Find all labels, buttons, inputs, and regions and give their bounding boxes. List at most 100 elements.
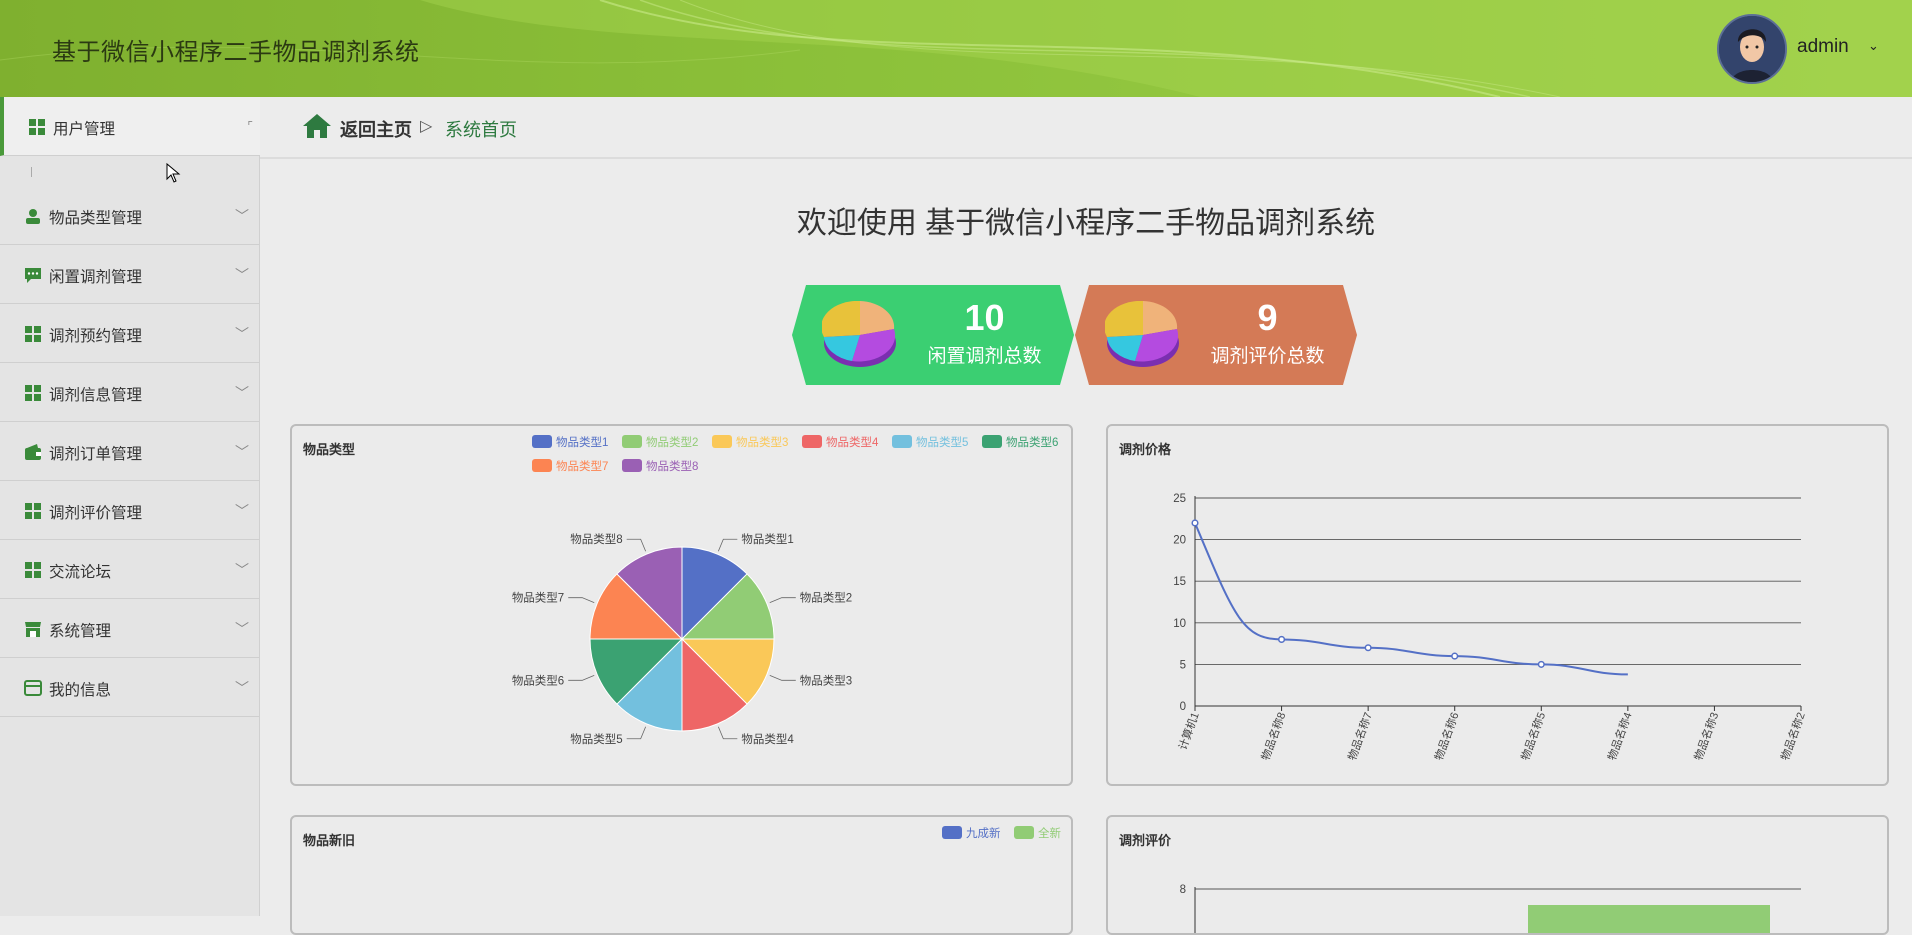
line-point[interactable]: [1364, 644, 1372, 652]
pie-label-line: [717, 726, 738, 740]
pie-label-line: [717, 538, 738, 552]
y-tick-label: 5: [1180, 659, 1186, 671]
bar[interactable]: [1528, 905, 1770, 933]
sidebar-item-user-management[interactable]: 用户管理 ⌜: [0, 97, 263, 156]
line-point[interactable]: [1451, 652, 1459, 660]
sidebar-item-exchange-order[interactable]: 调剂订单管理 ﹀: [0, 422, 259, 481]
sidebar-item-label: 调剂订单管理: [49, 446, 143, 463]
wallet-icon: [25, 444, 41, 460]
user-avatar[interactable]: [1717, 14, 1787, 84]
chevron-down-icon: ﹀: [235, 385, 249, 401]
sidebar-item-exchange-review[interactable]: 调剂评价管理 ﹀: [0, 481, 259, 540]
sidebar: 用户管理 ⌜ 物品类型管理 ﹀ 闲置调剂管理 ﹀ 调剂预约管理 ﹀ 调剂信息管理…: [0, 97, 263, 916]
panel-title: 物品新旧: [303, 833, 356, 848]
legend-label: 九成新: [966, 828, 1001, 840]
chevron-down-icon[interactable]: ⌄: [1868, 38, 1879, 54]
pie-chart-icon: [1105, 301, 1179, 367]
welcome-title: 欢迎使用 基于微信小程序二手物品调剂系统: [796, 207, 1376, 240]
x-tick-label: 计算机1: [1175, 710, 1202, 752]
chevron-down-icon: ﹀: [235, 562, 249, 578]
breadcrumb-separator: ▷: [420, 118, 433, 135]
panel-exchange-price: 调剂价格 0 5 10 15 20 25 计算机1 物品名称8 物品名称7 物品名称6 物品名称5 物…: [1106, 424, 1889, 786]
sidebar-item-label: 系统管理: [49, 623, 112, 640]
mouse-cursor-icon: [166, 162, 181, 183]
pie-chart: 物品类型1 物品类型2 物品类型3 物品类型4 物品类型5 物品类型6 物品类型7 物品类型8: [512, 532, 852, 746]
chat-icon: [25, 268, 41, 283]
sidebar-item-label: 我的信息: [49, 682, 112, 699]
back-home-link[interactable]: 返回主页: [340, 116, 412, 142]
pie-slice-label: 物品类型3: [800, 673, 852, 687]
stat-label: 调剂评价总数: [1210, 346, 1325, 367]
pie-slice-label: 物品类型8: [570, 532, 622, 546]
x-tick-label: 物品名称5: [1518, 710, 1548, 762]
user-icon: [26, 209, 40, 224]
pie-slice-label: 物品类型6: [512, 673, 564, 687]
x-tick-label: 物品名称2: [1778, 710, 1808, 762]
pie-slice-label: 物品类型1: [741, 532, 793, 546]
chevron-down-icon: ﹀: [235, 444, 249, 460]
chevron-down-icon: ﹀: [235, 267, 249, 283]
y-tick-label: 0: [1180, 701, 1186, 713]
stat-label: 闲置调剂总数: [927, 346, 1042, 367]
pie-chart-icon: [822, 301, 896, 367]
breadcrumb: 返回主页 ▷ 系统首页: [260, 97, 1912, 159]
x-tick-label: 物品名称4: [1604, 710, 1634, 762]
y-tick-label: 20: [1173, 535, 1186, 547]
sidebar-item-label: 调剂评价管理: [49, 505, 143, 522]
stat-value: 10: [964, 297, 1005, 338]
sidebar-item-idle-exchange[interactable]: 闲置调剂管理 ﹀: [0, 245, 259, 304]
panel-exchange-review: 调剂评价 8: [1106, 815, 1889, 935]
grid-icon: [29, 119, 45, 135]
sidebar-item-my-info[interactable]: 我的信息 ﹀: [0, 658, 259, 717]
username-label[interactable]: admin: [1797, 36, 1849, 58]
x-tick-label: 物品名称8: [1258, 710, 1288, 762]
sidebar-item-label: 调剂信息管理: [49, 387, 143, 404]
sidebar-item-system[interactable]: 系统管理 ﹀: [0, 599, 259, 658]
line-point[interactable]: [1278, 635, 1286, 643]
panel-item-type: 物品类型 物品类型1 物品类型2 物品类型3 物品类型4 物品类型5 物品类型6 物品类型7…: [290, 424, 1073, 786]
sidebar-item-label: 闲置调剂管理: [49, 269, 143, 286]
top-header: 基于微信小程序二手物品调剂系统 admin ⌄: [0, 0, 1912, 97]
grid-icon: [25, 503, 41, 519]
stat-card-idle-total: 10 闲置调剂总数: [792, 285, 1074, 385]
chevron-down-icon: ﹀: [235, 680, 249, 696]
chevron-down-icon: ﹀: [235, 621, 249, 637]
legend-label: 全新: [1038, 828, 1061, 840]
pie-label-line: [626, 538, 647, 552]
pie-label-line: [568, 674, 595, 681]
sidebar-item-exchange-info[interactable]: 调剂信息管理 ﹀: [0, 363, 259, 422]
pie-slice-label: 物品类型7: [512, 591, 564, 605]
line-point[interactable]: [1537, 660, 1545, 668]
sidebar-item-forum[interactable]: 交流论坛 ﹀: [0, 540, 259, 599]
chevron-up-icon: ⌜: [247, 119, 253, 133]
home-icon[interactable]: [302, 113, 332, 139]
line-series: [1194, 522, 1628, 676]
avatar-portrait-icon: [1719, 16, 1785, 82]
sidebar-item-label: 物品类型管理: [49, 210, 143, 227]
x-tick-label: 物品名称7: [1345, 710, 1375, 762]
sidebar-item-exchange-booking[interactable]: 调剂预约管理 ﹀: [0, 304, 259, 363]
sidebar-item-label: 交流论坛: [49, 564, 112, 581]
sidebar-item-item-type[interactable]: 物品类型管理 ﹀: [0, 186, 259, 245]
breadcrumb-current: 系统首页: [445, 120, 517, 140]
card-icon: [24, 680, 42, 696]
x-tick-label: 物品名称6: [1431, 710, 1461, 762]
submenu-indicator: [31, 167, 32, 177]
y-tick-label: 15: [1173, 576, 1186, 588]
legend-swatch: [1014, 826, 1034, 839]
pie-slice-label: 物品类型2: [800, 591, 852, 605]
pie-label-line: [769, 597, 796, 604]
sidebar-item-label: 用户管理: [53, 121, 116, 138]
y-tick-label: 25: [1173, 493, 1186, 505]
chevron-down-icon: ﹀: [235, 503, 249, 519]
line-chart: 0 5 10 15 20 25 计算机1 物品名称8 物品名称7 物品名称6 物品名称5 物品名称4 物…: [1173, 493, 1808, 762]
store-icon: [25, 622, 41, 637]
grid-icon: [25, 326, 41, 342]
pie-label-line: [626, 726, 647, 740]
sidebar-item-label: 调剂预约管理: [49, 328, 143, 345]
x-tick-label: 物品名称3: [1691, 710, 1721, 762]
chevron-down-icon: ﹀: [235, 326, 249, 342]
line-point[interactable]: [1191, 519, 1199, 527]
legend-swatch: [942, 826, 962, 839]
stat-value: 9: [1257, 297, 1278, 338]
